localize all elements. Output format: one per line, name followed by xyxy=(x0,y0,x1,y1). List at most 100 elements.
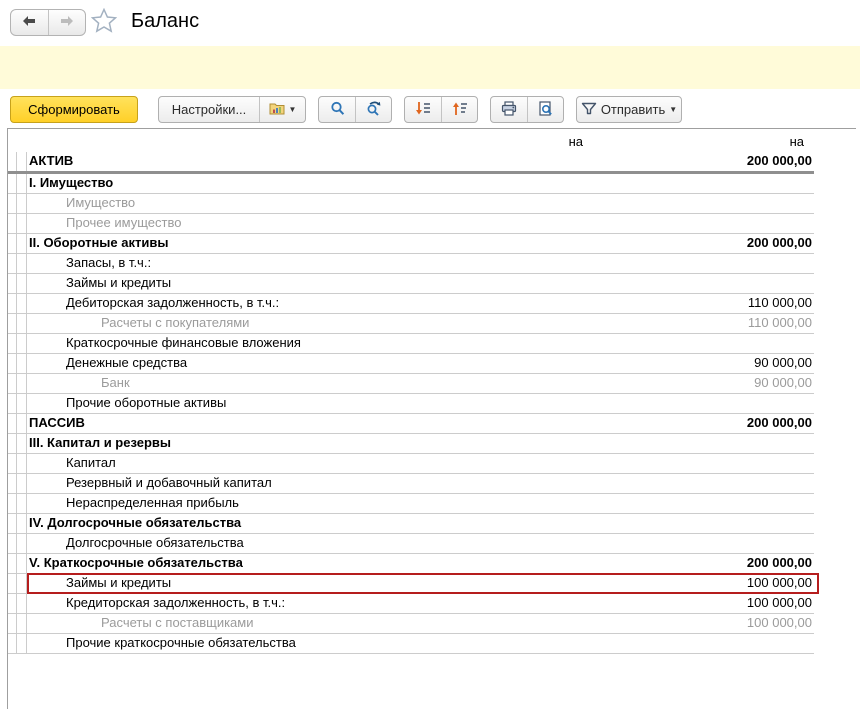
row-value-1[interactable] xyxy=(472,614,593,633)
group-level-cell-1 xyxy=(8,414,17,433)
print-preview-button[interactable] xyxy=(527,97,563,122)
row-value-1[interactable] xyxy=(472,414,593,433)
row-label[interactable]: I. Имущество xyxy=(27,174,472,193)
row-label[interactable]: Расчеты с поставщиками xyxy=(27,614,472,633)
row-label[interactable]: Прочие краткосрочные обязательства xyxy=(27,634,472,653)
row-value-2[interactable] xyxy=(593,634,814,653)
row-value-2[interactable] xyxy=(593,254,814,273)
back-button[interactable] xyxy=(11,10,48,35)
row-label[interactable]: Запасы, в т.ч.: xyxy=(27,254,472,273)
row-value-1[interactable] xyxy=(472,314,593,333)
row-value-2[interactable]: 200 000,00 xyxy=(593,152,814,171)
row-value-2[interactable]: 110 000,00 xyxy=(593,314,814,333)
row-value-2[interactable] xyxy=(593,174,814,193)
row-value-1[interactable] xyxy=(472,554,593,573)
group-level-cell-1 xyxy=(8,474,17,493)
row-value-2[interactable] xyxy=(593,494,814,513)
group-level-cell-2 xyxy=(17,434,27,453)
row-value-2[interactable]: 90 000,00 xyxy=(593,354,814,373)
group-level-cell-1 xyxy=(8,454,17,473)
row-label[interactable]: Резервный и добавочный капитал xyxy=(27,474,472,493)
row-value-1[interactable] xyxy=(472,514,593,533)
group-level-cell-1 xyxy=(8,434,17,453)
row-value-1[interactable] xyxy=(472,634,593,653)
row-label[interactable]: Нераспределенная прибыль xyxy=(27,494,472,513)
row-value-1[interactable] xyxy=(472,394,593,413)
generate-button[interactable]: Сформировать xyxy=(10,96,138,123)
row-label[interactable]: Займы и кредиты xyxy=(27,274,472,293)
row-value-2[interactable]: 200 000,00 xyxy=(593,554,814,573)
row-value-2[interactable] xyxy=(593,394,814,413)
row-label[interactable]: Прочее имущество xyxy=(27,214,472,233)
row-value-1[interactable] xyxy=(472,534,593,553)
row-label[interactable]: Прочие оборотные активы xyxy=(27,394,472,413)
row-label[interactable]: Краткосрочные финансовые вложения xyxy=(27,334,472,353)
row-label[interactable]: АКТИВ xyxy=(27,152,472,171)
collapse-groups-button[interactable] xyxy=(405,97,441,122)
group-level-cell-2 xyxy=(17,274,27,293)
row-label[interactable]: IV. Долгосрочные обязательства xyxy=(27,514,472,533)
group-level-cell-1 xyxy=(8,234,17,253)
row-value-2[interactable]: 110 000,00 xyxy=(593,294,814,313)
print-button[interactable] xyxy=(491,97,527,122)
row-value-2[interactable] xyxy=(593,214,814,233)
row-value-2[interactable] xyxy=(593,534,814,553)
group-level-cell-2 xyxy=(17,194,27,213)
send-button[interactable]: Отправить ▼ xyxy=(577,97,681,122)
row-label[interactable]: II. Оборотные активы xyxy=(27,234,472,253)
row-value-1[interactable] xyxy=(472,454,593,473)
continue-find-button[interactable] xyxy=(355,97,391,122)
row-value-1[interactable] xyxy=(472,354,593,373)
row-value-1[interactable] xyxy=(472,434,593,453)
row-value-1[interactable] xyxy=(472,254,593,273)
row-value-2[interactable]: 100 000,00 xyxy=(593,574,814,593)
row-value-1[interactable] xyxy=(472,152,593,171)
row-label[interactable]: ПАССИВ xyxy=(27,414,472,433)
row-label[interactable]: Капитал xyxy=(27,454,472,473)
row-label[interactable]: Банк xyxy=(27,374,472,393)
row-value-2[interactable] xyxy=(593,474,814,493)
favorite-button[interactable] xyxy=(90,9,118,37)
row-value-1[interactable] xyxy=(472,234,593,253)
row-label[interactable]: Дебиторская задолженность, в т.ч.: xyxy=(27,294,472,313)
row-label[interactable]: Имущество xyxy=(27,194,472,213)
row-value-2[interactable] xyxy=(593,514,814,533)
row-value-1[interactable] xyxy=(472,174,593,193)
row-value-1[interactable] xyxy=(472,294,593,313)
row-value-1[interactable] xyxy=(472,594,593,613)
forward-button[interactable] xyxy=(48,10,86,35)
row-value-1[interactable] xyxy=(472,494,593,513)
row-value-1[interactable] xyxy=(472,274,593,293)
expand-groups-button[interactable] xyxy=(441,97,477,122)
table-row: Прочие оборотные активы xyxy=(8,394,814,414)
row-value-2[interactable] xyxy=(593,454,814,473)
settings-button[interactable]: Настройки... xyxy=(159,97,259,122)
row-value-2[interactable]: 200 000,00 xyxy=(593,234,814,253)
row-label[interactable]: Займы и кредиты xyxy=(27,574,472,593)
group-level-cell-2 xyxy=(17,334,27,353)
row-value-2[interactable] xyxy=(593,334,814,353)
row-value-1[interactable] xyxy=(472,194,593,213)
row-value-1[interactable] xyxy=(472,214,593,233)
row-value-1[interactable] xyxy=(472,574,593,593)
group-level-cell-1 xyxy=(8,294,17,313)
row-label[interactable]: Кредиторская задолженность, в т.ч.: xyxy=(27,594,472,613)
row-value-2[interactable]: 200 000,00 xyxy=(593,414,814,433)
row-label[interactable]: Расчеты с покупателями xyxy=(27,314,472,333)
row-label[interactable]: V. Краткосрочные обязательства xyxy=(27,554,472,573)
row-value-2[interactable] xyxy=(593,274,814,293)
row-label[interactable]: III. Капитал и резервы xyxy=(27,434,472,453)
table-row: Нераспределенная прибыль xyxy=(8,494,814,514)
row-value-1[interactable] xyxy=(472,334,593,353)
row-value-2[interactable]: 100 000,00 xyxy=(593,594,814,613)
row-value-2[interactable] xyxy=(593,434,814,453)
report-variants-button[interactable]: ▼ xyxy=(259,97,305,122)
row-label[interactable]: Денежные средства xyxy=(27,354,472,373)
row-value-2[interactable] xyxy=(593,194,814,213)
row-label[interactable]: Долгосрочные обязательства xyxy=(27,534,472,553)
row-value-1[interactable] xyxy=(472,474,593,493)
row-value-2[interactable]: 90 000,00 xyxy=(593,374,814,393)
row-value-1[interactable] xyxy=(472,374,593,393)
find-button[interactable] xyxy=(319,97,355,122)
row-value-2[interactable]: 100 000,00 xyxy=(593,614,814,633)
